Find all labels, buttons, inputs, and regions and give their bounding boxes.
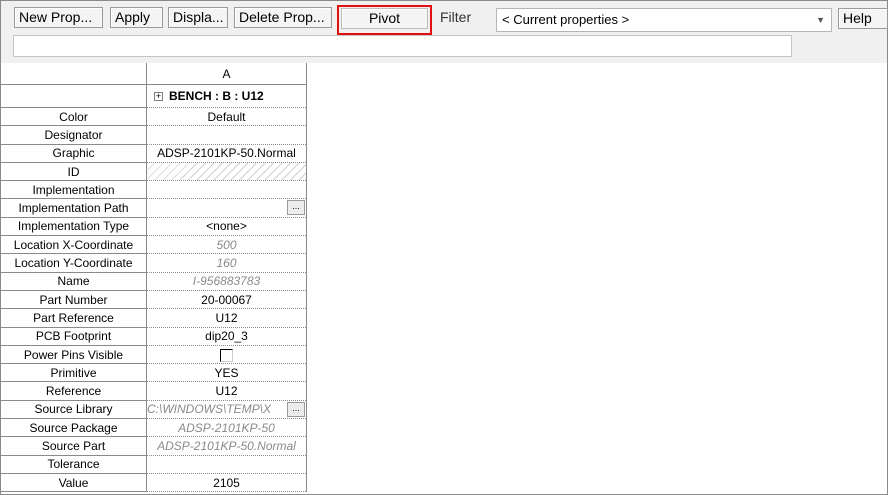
property-value[interactable] <box>146 125 307 145</box>
table-row: Source Package ADSP-2101KP-50 <box>1 418 307 438</box>
filter-value: < Current properties > <box>502 12 630 27</box>
property-name[interactable]: Graphic <box>1 144 147 163</box>
property-name[interactable]: Source Library <box>1 400 147 420</box>
property-name[interactable]: Value <box>1 473 147 493</box>
property-name[interactable]: Part Reference <box>1 308 147 328</box>
table-row: Reference U12 <box>1 381 307 401</box>
property-value[interactable]: ADSP-2101KP-50 <box>146 418 307 438</box>
property-name[interactable]: ID <box>1 162 147 182</box>
apply-button[interactable]: Apply <box>110 7 163 28</box>
property-name[interactable]: Designator <box>1 125 147 145</box>
edit-field[interactable] <box>13 35 792 57</box>
property-name[interactable]: Location Y-Coordinate <box>1 253 147 273</box>
table-row: Implementation <box>1 180 307 200</box>
table-row: Implementation Path ... <box>1 198 307 218</box>
table-row: Value 2105 <box>1 473 307 493</box>
table-row: Source Library C:\WINDOWS\TEMP\X ... <box>1 400 307 420</box>
table-row: Source Part ADSP-2101KP-50.Normal <box>1 436 307 456</box>
table-row: Graphic ADSP-2101KP-50.Normal <box>1 144 307 163</box>
property-value[interactable]: 20-00067 <box>146 290 307 310</box>
filter-dropdown[interactable]: < Current properties > ▼ <box>496 8 832 32</box>
property-value-readonly <box>146 162 307 182</box>
table-row: Location Y-Coordinate 160 <box>1 253 307 273</box>
property-value[interactable]: C:\WINDOWS\TEMP\X ... <box>146 400 307 420</box>
property-name[interactable]: Tolerance <box>1 455 147 474</box>
expand-icon[interactable]: + <box>154 92 163 102</box>
table-row: Location X-Coordinate 500 <box>1 235 307 255</box>
property-name[interactable]: Power Pins Visible <box>1 345 147 365</box>
part-header-spacer <box>1 84 147 108</box>
property-value[interactable]: U12 <box>146 381 307 401</box>
property-name[interactable]: Part Number <box>1 290 147 310</box>
property-name[interactable]: Implementation Type <box>1 217 147 237</box>
property-value[interactable]: I-956883783 <box>146 272 307 291</box>
property-grid: A + BENCH : B : U12 Color Default Designa… <box>1 63 307 493</box>
table-row: Color Default <box>1 107 307 127</box>
table-row: Designator <box>1 125 307 145</box>
property-name[interactable]: Implementation Path <box>1 198 147 218</box>
property-name[interactable]: Location X-Coordinate <box>1 235 147 255</box>
property-name[interactable]: Implementation <box>1 180 147 200</box>
chevron-down-icon[interactable]: ▼ <box>816 9 825 31</box>
toolbar: New Prop... Apply Displa... Delete Prop.… <box>1 1 888 63</box>
table-row: Power Pins Visible <box>1 345 307 365</box>
browse-button[interactable]: ... <box>287 200 305 216</box>
property-name[interactable]: PCB Footprint <box>1 327 147 346</box>
new-prop-button[interactable]: New Prop... <box>14 7 103 28</box>
property-value[interactable] <box>146 180 307 200</box>
property-name[interactable]: Source Package <box>1 418 147 438</box>
property-value[interactable] <box>146 345 307 365</box>
table-row: Part Number 20-00067 <box>1 290 307 310</box>
table-row: Implementation Type <none> <box>1 217 307 237</box>
property-value[interactable]: U12 <box>146 308 307 328</box>
property-value[interactable]: 160 <box>146 253 307 273</box>
property-name[interactable]: Source Part <box>1 436 147 456</box>
property-value[interactable]: 500 <box>146 235 307 255</box>
help-button[interactable]: Help <box>838 8 888 29</box>
delete-prop-button[interactable]: Delete Prop... <box>234 7 332 28</box>
property-value[interactable]: Default <box>146 107 307 127</box>
property-name[interactable]: Reference <box>1 381 147 401</box>
filter-label: Filter <box>440 9 472 25</box>
power-pins-visible-checkbox[interactable] <box>220 348 233 362</box>
property-value[interactable]: ADSP-2101KP-50.Normal <box>146 436 307 456</box>
property-value[interactable]: <none> <box>146 217 307 237</box>
table-row: ID <box>1 162 307 182</box>
part-header-label: BENCH : B : U12 <box>169 89 264 103</box>
property-value[interactable] <box>146 455 307 474</box>
property-value[interactable]: dip20_3 <box>146 327 307 346</box>
display-button[interactable]: Displa... <box>168 7 228 28</box>
table-row: Tolerance <box>1 455 307 474</box>
grid-corner <box>1 63 147 85</box>
source-library-value: C:\WINDOWS\TEMP\X <box>147 402 271 417</box>
browse-button[interactable]: ... <box>287 401 305 417</box>
table-row: Part Reference U12 <box>1 308 307 328</box>
property-value[interactable]: 2105 <box>146 473 307 493</box>
property-name[interactable]: Primitive <box>1 363 147 383</box>
property-name[interactable]: Color <box>1 107 147 127</box>
property-name[interactable]: Name <box>1 272 147 291</box>
table-row: Name I-956883783 <box>1 272 307 291</box>
property-value[interactable]: ... <box>146 198 307 218</box>
pivot-highlight <box>337 5 432 35</box>
column-header-a[interactable]: A <box>146 63 307 85</box>
part-header[interactable]: + BENCH : B : U12 <box>146 84 307 108</box>
property-value[interactable]: ADSP-2101KP-50.Normal <box>146 144 307 163</box>
table-row: Primitive YES <box>1 363 307 383</box>
table-row: PCB Footprint dip20_3 <box>1 327 307 346</box>
property-value[interactable]: YES <box>146 363 307 383</box>
